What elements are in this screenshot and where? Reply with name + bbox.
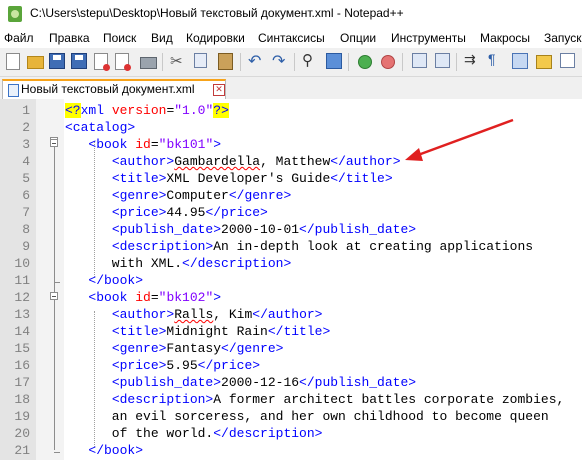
word-wrap-icon[interactable]: ⇉ [464,51,480,67]
show-all-characters-icon[interactable]: ¶ [488,51,504,67]
menu-search[interactable]: Поиск [103,31,136,45]
toolbar-separator [294,53,295,71]
paste-icon[interactable] [218,53,233,70]
close-all-icon[interactable] [115,53,131,71]
menu-edit[interactable]: Правка [49,31,90,45]
zoom-in-icon[interactable] [358,55,372,69]
toolbar-separator [162,53,163,71]
notepadpp-logo-icon [8,6,22,22]
xml-file-icon [8,84,19,97]
menu-macros[interactable]: Макросы [480,31,530,45]
document-map-icon[interactable] [560,53,575,68]
annotation-arrow [405,118,514,161]
tab-bar: Новый текстовый документ.xml ✕ [0,77,582,99]
toolbar-separator [240,53,241,71]
menu-encoding[interactable]: Кодировки [186,31,245,45]
menu-run[interactable]: Запуск [544,31,582,45]
toolbar-separator [348,53,349,71]
menu-tools[interactable]: Инструменты [391,31,466,45]
menu-view[interactable]: Вид [151,31,173,45]
close-tab-icon[interactable]: ✕ [213,84,225,96]
find-icon[interactable]: ⚲ [302,51,318,69]
new-file-icon[interactable] [6,53,20,70]
menu-bar: Файл Правка Поиск Вид Кодировки Синтакси… [0,28,582,48]
sync-horizontal-icon[interactable] [435,53,450,68]
copy-icon[interactable] [194,53,207,68]
menu-file[interactable]: Файл [4,31,34,45]
toolbar-separator [402,53,403,71]
sync-vertical-icon[interactable] [412,53,427,68]
arrow-shaft [417,118,514,157]
zoom-out-icon[interactable] [381,55,395,69]
replace-icon[interactable] [326,53,342,69]
arrow-head [405,148,423,161]
toolbar-separator [456,53,457,71]
window-title: C:\Users\stepu\Desktop\Новый текстовый д… [30,6,404,20]
open-file-icon[interactable] [27,56,44,69]
redo-icon[interactable]: ↷ [272,51,288,70]
close-file-icon[interactable] [94,53,110,71]
save-all-icon[interactable] [71,53,87,69]
tab-document[interactable]: Новый текстовый документ.xml ✕ [2,79,226,99]
user-language-icon[interactable] [536,55,552,69]
tab-label: Новый текстовый документ.xml [21,82,195,96]
undo-icon[interactable]: ↶ [248,51,264,70]
indent-guide-icon[interactable] [512,53,528,69]
code-editor[interactable]: 1 <?xml version="1.0"?> 2 <catalog> 3 <book … [0,99,582,460]
title-bar: C:\Users\stepu\Desktop\Новый текстовый д… [0,0,582,28]
save-icon[interactable] [49,53,65,69]
menu-options[interactable]: Опции [340,31,376,45]
toolbar: ✂ ↶ ↷ ⚲ ⇉ ¶ [0,48,582,77]
cut-icon[interactable]: ✂ [170,52,186,70]
print-icon[interactable] [140,57,157,69]
menu-syntax[interactable]: Синтаксисы [258,31,325,45]
